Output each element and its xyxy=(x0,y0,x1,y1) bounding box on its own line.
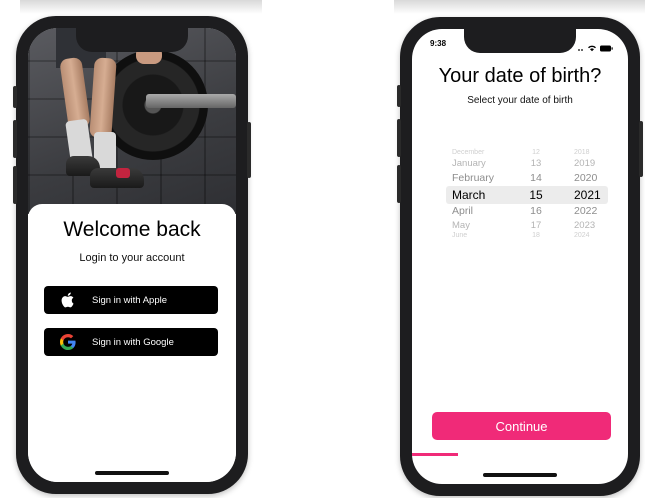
sign-in-google-button[interactable]: Sign in with Google xyxy=(44,328,218,356)
picker-month: June xyxy=(452,232,468,239)
side-button xyxy=(13,120,17,158)
picker-year: 2022 xyxy=(574,205,598,217)
apple-icon xyxy=(44,292,92,308)
login-title: Welcome back xyxy=(63,218,201,241)
login-card: Welcome back Login to your account Sign … xyxy=(28,204,236,482)
sign-in-apple-button[interactable]: Sign in with Apple xyxy=(44,286,218,314)
picker-day: 15 xyxy=(529,188,543,202)
sign-in-google-label: Sign in with Google xyxy=(92,336,174,348)
picker-row[interactable]: April 16 2022 xyxy=(422,205,618,219)
dob-screen: 9:38 Your date of birth? Select your dat… xyxy=(412,29,628,484)
side-button xyxy=(13,86,17,108)
side-button xyxy=(397,119,401,157)
login-phone: Welcome back Login to your account Sign … xyxy=(13,16,251,494)
picker-month: January xyxy=(452,158,486,169)
picker-year: 2024 xyxy=(574,232,590,239)
notch xyxy=(76,28,188,52)
progress-indicator xyxy=(412,453,458,456)
side-button xyxy=(13,166,17,204)
picker-day: 17 xyxy=(530,220,542,231)
dob-subtitle: Select your date of birth xyxy=(467,95,573,106)
login-subtitle: Login to your account xyxy=(79,252,185,264)
picker-year: 2021 xyxy=(574,188,601,202)
picker-year: 2018 xyxy=(574,149,590,156)
picker-month: May xyxy=(452,220,470,231)
side-button xyxy=(397,85,401,107)
picker-month: December xyxy=(452,149,485,156)
picker-month: April xyxy=(452,205,474,217)
picker-row-selected[interactable]: March 15 2021 xyxy=(422,188,618,202)
picker-day: 14 xyxy=(530,172,542,184)
home-indicator xyxy=(483,473,557,477)
picker-year: 2019 xyxy=(574,158,596,169)
login-screen: Welcome back Login to your account Sign … xyxy=(28,28,236,482)
top-fade-left xyxy=(20,0,262,14)
picker-year: 2020 xyxy=(574,172,598,184)
home-indicator xyxy=(95,471,169,475)
wifi-icon xyxy=(588,45,596,52)
picker-row[interactable]: June 18 2024 xyxy=(422,232,618,242)
shoe-accent xyxy=(116,168,130,178)
side-button xyxy=(247,122,251,178)
sign-in-apple-label: Sign in with Apple xyxy=(92,294,167,306)
picker-month: February xyxy=(452,172,495,184)
barbell xyxy=(146,94,236,108)
continue-button[interactable]: Continue xyxy=(432,412,611,440)
picker-row[interactable]: January 13 2019 xyxy=(422,158,618,172)
picker-year: 2023 xyxy=(574,220,596,231)
side-button xyxy=(639,121,643,177)
picker-row[interactable]: February 14 2020 xyxy=(422,172,618,186)
picker-day: 13 xyxy=(530,158,542,169)
hero-photo xyxy=(28,28,236,214)
picker-day: 16 xyxy=(530,205,542,217)
date-picker[interactable]: December 12 2018 January 13 2019 Februar… xyxy=(422,141,618,251)
status-icons xyxy=(576,40,614,52)
signal-icon xyxy=(578,49,583,51)
status-time: 9:38 xyxy=(430,39,447,48)
picker-month: March xyxy=(452,188,486,202)
picker-day: 12 xyxy=(532,149,540,156)
google-icon xyxy=(44,334,92,350)
top-fade-right xyxy=(394,0,645,14)
dob-phone: 9:38 Your date of birth? Select your dat… xyxy=(397,17,643,496)
notch xyxy=(464,29,576,53)
dob-title: Your date of birth? xyxy=(438,65,602,87)
picker-day: 18 xyxy=(532,232,540,239)
side-button xyxy=(397,165,401,203)
battery-icon xyxy=(600,45,613,52)
